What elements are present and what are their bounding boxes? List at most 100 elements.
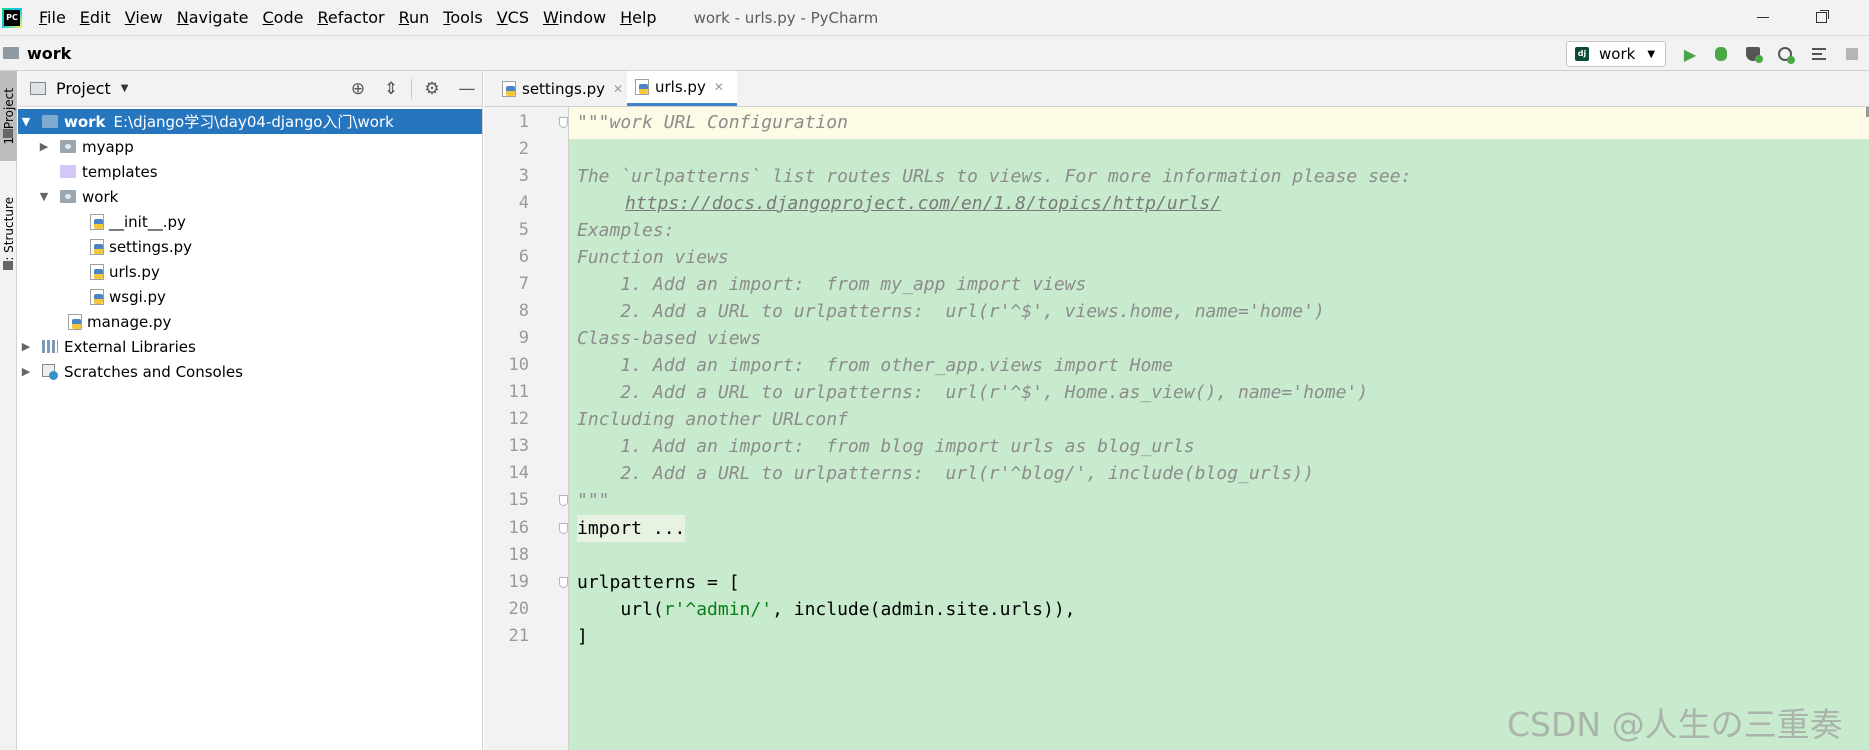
menu-run[interactable]: Run [392, 0, 437, 35]
structure-icon [3, 261, 13, 270]
fold-marker-icon[interactable] [559, 523, 568, 534]
profiler-icon [1778, 47, 1795, 64]
code-line: 18 [484, 542, 1869, 569]
tab-label: urls.py [655, 78, 706, 96]
close-icon[interactable]: ✕ [714, 80, 724, 94]
code-text: 1. Add an import: from blog import urls … [577, 436, 1195, 457]
minimize-button[interactable] [1735, 0, 1791, 35]
tree-item-templates[interactable]: templates [18, 159, 482, 184]
fold-marker-icon[interactable] [559, 577, 568, 588]
tree-item-work-package[interactable]: ▼ work [18, 184, 482, 209]
menu-tools[interactable]: Tools [436, 0, 489, 35]
code-text: 2. Add a URL to urlpatterns: url(r'^blog… [577, 463, 1314, 484]
tab-settings-py[interactable]: settings.py ✕ [494, 71, 624, 106]
tree-item-myapp[interactable]: ▶ myapp [18, 134, 482, 159]
coverage-icon [1746, 47, 1763, 63]
restore-button[interactable] [1793, 0, 1849, 35]
menu-navigate[interactable]: Navigate [170, 0, 256, 35]
run-configuration-select[interactable]: dj work ▼ [1566, 41, 1666, 67]
tree-item-label: settings.py [109, 237, 192, 256]
fold-marker-icon[interactable] [559, 117, 568, 128]
code-line: 8 2. Add a URL to urlpatterns: url(r'^$'… [484, 298, 1869, 325]
structure-tool-tab-label: Z: Structure [1, 197, 16, 269]
close-icon[interactable]: ✕ [613, 82, 623, 96]
tree-item-settings-py[interactable]: settings.py [18, 234, 482, 259]
menu-view[interactable]: View [118, 0, 170, 35]
docstring-link[interactable]: https://docs.djangoproject.com/en/1.8/to… [625, 190, 1221, 217]
expand-arrow-icon[interactable]: ▼ [38, 190, 50, 203]
project-tool-tab[interactable]: 1: Project [0, 71, 17, 161]
project-view-selector[interactable]: Project [56, 79, 111, 98]
line-number: 3 [518, 166, 529, 186]
code-line: 14 2. Add a URL to urlpatterns: url(r'^b… [484, 460, 1869, 487]
code-text: Class-based views [577, 328, 762, 349]
tree-item-label: Scratches and Consoles [64, 362, 243, 381]
concurrency-button[interactable] [1810, 45, 1828, 63]
menu-code[interactable]: Code [256, 0, 311, 35]
package-folder-icon [60, 140, 76, 153]
tree-item-work-root[interactable]: ▼ work E:\django学习\day04-django入门\work [18, 109, 482, 134]
line-number: 9 [518, 328, 529, 348]
profile-button[interactable] [1776, 45, 1795, 64]
menu-edit[interactable]: Edit [73, 0, 118, 35]
window-title: work - urls.py - PyCharm [693, 8, 879, 27]
expand-arrow-icon[interactable]: ▼ [20, 115, 32, 128]
concurrency-icon [1812, 48, 1826, 60]
line-number: 16 [508, 518, 529, 538]
line-number: 10 [508, 355, 529, 375]
menu-file[interactable]: File [32, 0, 73, 35]
tab-urls-py[interactable]: urls.py ✕ [627, 71, 737, 106]
menu-vcs[interactable]: VCS [490, 0, 536, 35]
run-button[interactable]: ▶ [1681, 45, 1699, 64]
code-text: 1. Add an import: from my_app import vie… [577, 274, 1087, 295]
line-number: 1 [518, 112, 529, 132]
tree-item-manage-py[interactable]: manage.py [18, 309, 482, 334]
menu-help[interactable]: Help [613, 0, 663, 35]
python-file-icon [90, 238, 104, 255]
code-text: The `urlpatterns` list routes URLs to vi… [577, 166, 1412, 187]
line-number: 5 [518, 220, 529, 240]
line-number: 7 [518, 274, 529, 294]
tree-item-label: work [64, 112, 106, 131]
hide-panel-icon[interactable]: — [458, 80, 476, 98]
code-line: 16 import ... [484, 515, 1869, 542]
tab-label: settings.py [522, 79, 605, 98]
python-file-icon [68, 313, 82, 330]
tree-item-label: templates [82, 162, 158, 181]
stop-button[interactable] [1843, 45, 1861, 63]
fold-marker-icon[interactable] [559, 495, 568, 506]
menu-window[interactable]: Window [536, 0, 613, 35]
coverage-button[interactable] [1744, 45, 1763, 63]
tree-item-urls-py[interactable]: urls.py [18, 259, 482, 284]
toolbar-divider [411, 79, 412, 99]
debug-button[interactable] [1712, 45, 1730, 63]
code-text: """ [577, 490, 610, 511]
code-line: 3 The `urlpatterns` list routes URLs to … [484, 163, 1869, 190]
folder-icon [3, 47, 19, 59]
code-text: 2. Add a URL to urlpatterns: url(r'^$', … [577, 382, 1369, 403]
tree-item-external-libraries[interactable]: ▶ External Libraries [18, 334, 482, 359]
collapsed-imports[interactable]: import ... [577, 515, 686, 542]
gear-icon[interactable]: ⚙ [423, 80, 441, 98]
minimize-icon [1757, 17, 1769, 18]
expand-arrow-icon[interactable]: ▶ [20, 365, 32, 378]
tree-item-label: wsgi.py [109, 287, 166, 306]
breadcrumb-project[interactable]: work [27, 44, 71, 63]
code-line: 1 """work URL Configuration [484, 109, 1869, 136]
menu-refactor[interactable]: Refactor [310, 0, 391, 35]
collapse-all-icon[interactable]: ⇕ [382, 80, 400, 98]
chevron-down-icon[interactable]: ▼ [121, 83, 129, 94]
code-line: 10 1. Add an import: from other_app.view… [484, 352, 1869, 379]
locate-file-icon[interactable]: ⊕ [349, 80, 367, 98]
project-view-icon [30, 82, 46, 95]
navigation-bar: work dj work ▼ ▶ [0, 35, 1869, 71]
code-line: 13 1. Add an import: from blog import ur… [484, 433, 1869, 460]
code-line: 7 1. Add an import: from my_app import v… [484, 271, 1869, 298]
code-text: 1. Add an import: from other_app.views i… [577, 355, 1174, 376]
expand-arrow-icon[interactable]: ▶ [38, 140, 50, 153]
tree-item-wsgi-py[interactable]: wsgi.py [18, 284, 482, 309]
expand-arrow-icon[interactable]: ▶ [20, 340, 32, 353]
bug-icon [1715, 47, 1727, 61]
tree-item-scratches[interactable]: ▶ Scratches and Consoles [18, 359, 482, 384]
tree-item-init-py[interactable]: __init__.py [18, 209, 482, 234]
